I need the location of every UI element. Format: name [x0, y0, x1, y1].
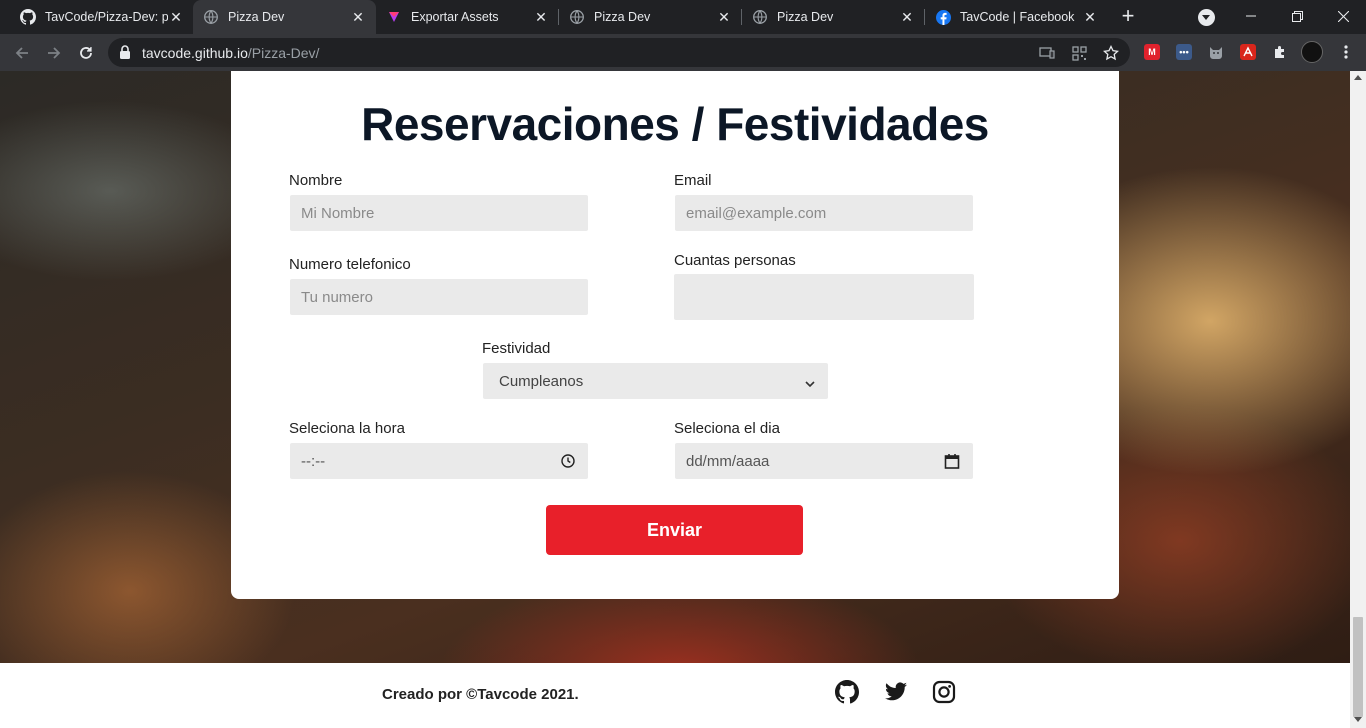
- festivity-select[interactable]: Cumpleanos: [483, 363, 828, 399]
- footer-credit: Creado por ©Tavcode 2021.: [382, 686, 579, 703]
- facebook-icon: [935, 9, 951, 25]
- tab-title: TavCode | Facebook: [960, 10, 1075, 24]
- globe-icon: [569, 9, 585, 25]
- figma-icon: [386, 9, 402, 25]
- close-tab-icon[interactable]: ✕: [899, 9, 915, 25]
- profile-avatar[interactable]: [1301, 41, 1323, 63]
- instagram-icon[interactable]: [932, 680, 956, 704]
- extensions-puzzle-icon[interactable]: [1272, 44, 1288, 60]
- close-tab-icon[interactable]: ✕: [168, 9, 184, 25]
- tab-strip: TavCode/Pizza-Dev: pa ✕ Pizza Dev ✕ Expo…: [0, 0, 1366, 34]
- forward-icon[interactable]: [41, 40, 67, 66]
- close-tab-icon[interactable]: ✕: [350, 9, 366, 25]
- time-label: Seleciona la hora: [289, 420, 405, 437]
- cast-icon[interactable]: [1038, 44, 1056, 62]
- phone-placeholder: Tu numero: [301, 288, 373, 306]
- page-footer: Creado por ©Tavcode 2021.: [0, 663, 1350, 728]
- close-tab-icon[interactable]: ✕: [716, 9, 732, 25]
- page-viewport: Reservaciones / Festividades Nombre Mi N…: [0, 71, 1350, 728]
- lock-icon: [119, 45, 131, 64]
- festivity-selected-value: Cumpleanos: [499, 372, 584, 390]
- calendar-icon[interactable]: [944, 453, 960, 473]
- tab-facebook[interactable]: TavCode | Facebook ✕: [925, 0, 1108, 34]
- tab-separator: [741, 9, 742, 25]
- name-label: Nombre: [289, 172, 343, 189]
- time-input[interactable]: --:--: [290, 443, 588, 479]
- phone-label: Numero telefonico: [289, 256, 411, 273]
- minimize-icon[interactable]: [1228, 0, 1274, 32]
- tab-title: Exportar Assets: [411, 10, 499, 24]
- email-label: Email: [674, 172, 712, 189]
- qr-code-icon[interactable]: [1070, 44, 1088, 62]
- tab-title: Pizza Dev: [594, 10, 651, 24]
- restore-icon[interactable]: [1274, 0, 1320, 32]
- globe-icon: [752, 9, 768, 25]
- dots-extension-icon[interactable]: •••: [1176, 44, 1192, 60]
- submit-button[interactable]: Enviar: [546, 505, 803, 555]
- github-icon[interactable]: [835, 680, 860, 704]
- phone-input[interactable]: Tu numero: [290, 279, 588, 315]
- people-count-input[interactable]: [674, 274, 974, 320]
- url-path: /Pizza-Dev/: [247, 45, 320, 61]
- tab-separator: [924, 9, 925, 25]
- tab-title: Pizza Dev: [777, 10, 834, 24]
- chevron-down-icon: [805, 375, 815, 392]
- browser-toolbar: tavcode.github.io/Pizza-Dev/ M •••: [0, 34, 1366, 71]
- tab-pizza-dev-2[interactable]: Pizza Dev ✕: [559, 0, 742, 34]
- github-icon: [20, 9, 36, 25]
- date-input[interactable]: dd/mm/aaaa: [675, 443, 973, 479]
- name-placeholder: Mi Nombre: [301, 204, 375, 222]
- mega-extension-icon[interactable]: M: [1144, 44, 1160, 60]
- cat-extension-icon[interactable]: [1208, 44, 1224, 60]
- new-tab-button[interactable]: +: [1116, 5, 1140, 29]
- reload-icon[interactable]: [73, 40, 99, 66]
- date-placeholder: dd/mm/aaaa: [686, 452, 770, 470]
- festivity-label: Festividad: [482, 340, 551, 357]
- twitter-icon[interactable]: [884, 680, 908, 704]
- url-host: tavcode.github.io: [142, 45, 248, 61]
- bookmark-star-icon[interactable]: [1102, 44, 1120, 62]
- tab-pizza-dev-active[interactable]: Pizza Dev ✕: [193, 0, 376, 34]
- tab-github[interactable]: TavCode/Pizza-Dev: pa ✕: [10, 0, 194, 34]
- address-bar[interactable]: tavcode.github.io/Pizza-Dev/: [108, 38, 1130, 67]
- close-tab-icon[interactable]: ✕: [533, 9, 549, 25]
- globe-icon: [203, 9, 219, 25]
- menu-kebab-icon[interactable]: [1338, 44, 1354, 60]
- tab-search-icon[interactable]: [1198, 9, 1215, 26]
- page-scrollbar[interactable]: [1350, 71, 1366, 728]
- tab-separator: [558, 9, 559, 25]
- reservation-form: Reservaciones / Festividades Nombre Mi N…: [231, 71, 1119, 599]
- scroll-up-arrow-icon[interactable]: [1354, 75, 1362, 80]
- tab-pizza-dev-3[interactable]: Pizza Dev ✕: [742, 0, 925, 34]
- time-placeholder: --:--: [301, 452, 326, 470]
- email-placeholder: email@example.com: [686, 204, 827, 222]
- clock-icon[interactable]: [561, 454, 575, 472]
- close-window-icon[interactable]: [1320, 0, 1366, 32]
- pdf-extension-icon[interactable]: [1240, 44, 1256, 60]
- back-icon[interactable]: [9, 40, 35, 66]
- name-input[interactable]: Mi Nombre: [290, 195, 588, 231]
- tab-exportar-assets[interactable]: Exportar Assets ✕: [376, 0, 559, 34]
- scroll-down-arrow-icon[interactable]: [1354, 717, 1362, 722]
- scrollbar-thumb[interactable]: [1353, 617, 1363, 717]
- tab-title: Pizza Dev: [228, 10, 285, 24]
- close-tab-icon[interactable]: ✕: [1082, 9, 1098, 25]
- email-input[interactable]: email@example.com: [675, 195, 973, 231]
- date-label: Seleciona el dia: [674, 420, 780, 437]
- form-title: Reservaciones / Festividades: [361, 98, 989, 150]
- tab-title: TavCode/Pizza-Dev: pa: [45, 10, 168, 24]
- url-text: tavcode.github.io/Pizza-Dev/: [142, 45, 319, 61]
- people-count-label: Cuantas personas: [674, 252, 796, 269]
